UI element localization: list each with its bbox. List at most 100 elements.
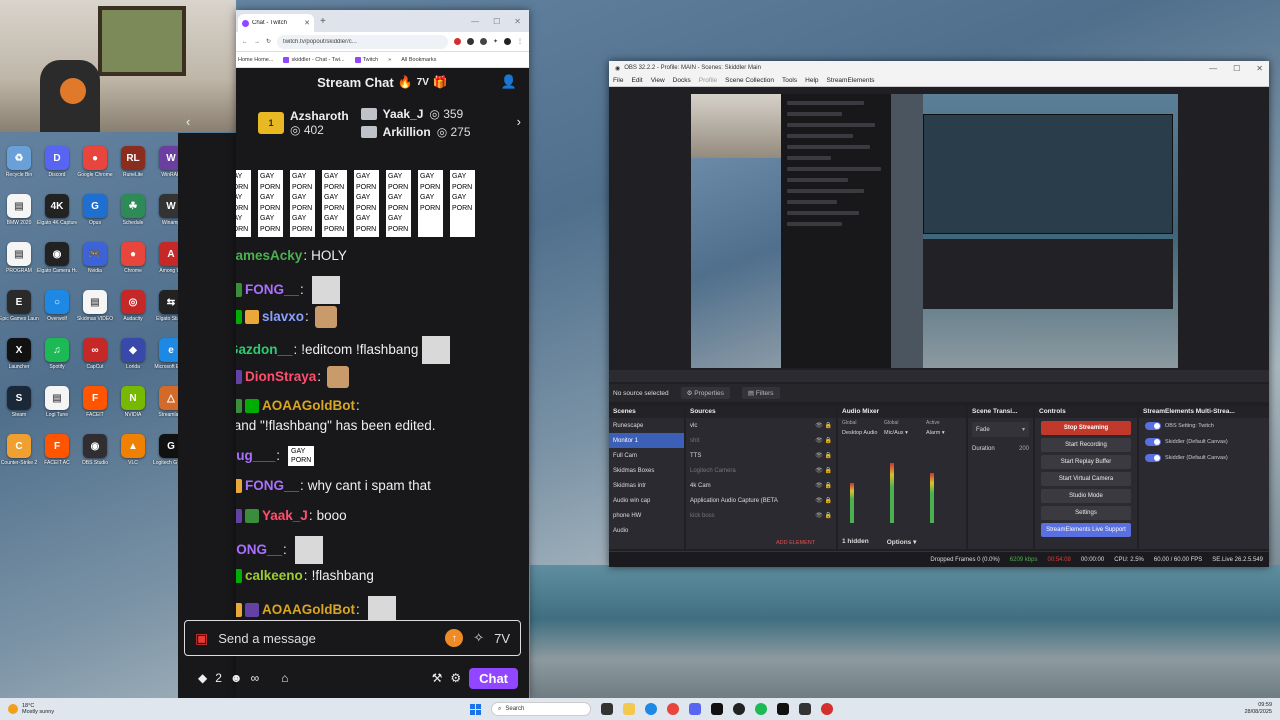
menu-icon[interactable]: ⋮	[517, 38, 523, 45]
chat-badge-icon[interactable]	[236, 603, 242, 617]
maximize-icon[interactable]: ☐	[1233, 64, 1240, 73]
desktop-icon[interactable]: ▤ BMW 2020	[0, 194, 38, 226]
chat-badge-icon[interactable]	[245, 603, 259, 617]
desktop-icon[interactable]: X Launcher	[0, 338, 38, 370]
extension-icon[interactable]	[479, 38, 487, 45]
source-item[interactable]: 4k Cam 👁 🔒	[686, 478, 836, 493]
stream-toggle[interactable]	[1145, 438, 1161, 446]
obs-menu-item[interactable]: StreamElements	[827, 77, 875, 84]
properties-button[interactable]: ⚙ Properties	[680, 387, 730, 399]
new-tab-icon[interactable]: +	[320, 16, 326, 27]
discord-icon[interactable]	[689, 703, 701, 715]
close-window-icon[interactable]: ✕	[1256, 64, 1263, 73]
visibility-icon[interactable]: 👁 🔒	[815, 422, 832, 429]
task-view-icon[interactable]	[601, 703, 613, 715]
chat-send-button[interactable]: Chat	[469, 667, 518, 689]
visibility-icon[interactable]: 👁 🔒	[815, 482, 832, 489]
scene-item[interactable]: Skidmas Boxes	[609, 463, 684, 478]
obs-menu-item[interactable]: Profile	[699, 77, 717, 84]
obs-menu-item[interactable]: View	[651, 77, 665, 84]
settings-icon[interactable]: ⚙	[450, 671, 461, 685]
scene-item[interactable]: Skidmas intr	[609, 478, 684, 493]
back-icon[interactable]: ←	[242, 39, 248, 45]
chat-username[interactable]: FONG__	[245, 476, 299, 496]
source-item[interactable]: Application Audio Capture (BETA 👁 🔒	[686, 493, 836, 508]
chat-username[interactable]: DionStraya	[245, 367, 316, 387]
puzzle-icon[interactable]: ✦	[493, 38, 498, 45]
all-bookmarks[interactable]: All Bookmarks	[401, 57, 436, 63]
control-button[interactable]: Start Recording	[1041, 438, 1131, 452]
desktop-icon[interactable]: ◉ OBS Studio	[76, 434, 114, 466]
add-element-button[interactable]: ADD ELEMENT	[776, 540, 815, 546]
desktop-icon[interactable]: E Epic Games Launcher	[0, 290, 39, 322]
obs-preview[interactable]	[691, 94, 1178, 368]
scene-item[interactable]: Audio win cap	[609, 493, 684, 508]
source-item[interactable]: shit 👁 🔒	[686, 433, 836, 448]
obs-menu-item[interactable]: Help	[805, 77, 818, 84]
bot-icon[interactable]: ⌂	[281, 671, 288, 685]
users-icon[interactable]: 👤	[501, 74, 517, 90]
emote-image[interactable]	[294, 536, 323, 564]
terminal-icon[interactable]	[711, 703, 723, 715]
duration-field[interactable]: Duration 200	[968, 441, 1033, 456]
app-icon[interactable]	[799, 703, 811, 715]
reload-icon[interactable]: ↻	[266, 38, 271, 45]
control-button[interactable]: StreamElements Live Support	[1041, 523, 1131, 537]
file-explorer-icon[interactable]	[623, 703, 635, 715]
chat-badge-icon[interactable]	[236, 399, 242, 413]
chat-badge-icon[interactable]	[236, 509, 242, 523]
chat-username[interactable]: Fug___	[236, 446, 275, 466]
chat-username[interactable]: FONG__	[245, 280, 299, 300]
control-button[interactable]: Start Virtual Camera	[1041, 472, 1131, 486]
maximize-icon[interactable]: ☐	[493, 17, 500, 26]
emote-image[interactable]	[327, 366, 350, 388]
source-item[interactable]: TTS 👁 🔒	[686, 448, 836, 463]
desktop-icon[interactable]: ♻ Recycle Bin	[0, 146, 38, 178]
control-button[interactable]: Stop Streaming	[1041, 421, 1131, 435]
desktop-icon[interactable]: ☘ Schedule	[114, 194, 152, 226]
points-icon[interactable]: ◆	[198, 671, 207, 685]
scene-item[interactable]: Full Cam	[609, 448, 684, 463]
desktop-icon[interactable]: G Opus	[76, 194, 114, 226]
windows-start-icon[interactable]	[470, 703, 481, 715]
forward-icon[interactable]: →	[254, 39, 260, 45]
control-button[interactable]: Start Replay Buffer	[1041, 455, 1131, 469]
chat-badge-icon[interactable]	[245, 399, 259, 413]
bits-icon[interactable]: ↑	[445, 629, 464, 647]
app-icon[interactable]	[777, 703, 789, 715]
desktop-icon[interactable]: 🎮 Nvidia	[76, 242, 114, 274]
chat-username[interactable]: slavxo	[262, 307, 304, 327]
chevron-right-icon[interactable]: »	[388, 57, 391, 63]
visibility-icon[interactable]: 👁 🔒	[815, 512, 832, 519]
tools-icon[interactable]: ⚒	[432, 671, 443, 685]
desktop-icon[interactable]: C Counter-Strike 2	[0, 434, 38, 466]
visibility-icon[interactable]: 👁 🔒	[815, 467, 832, 474]
desktop-icon[interactable]: ▤ Logi Tune	[38, 386, 76, 418]
app-icon[interactable]	[821, 703, 833, 715]
desktop-icon[interactable]: ♫ Spotify	[38, 338, 76, 370]
chat-username[interactable]: FONG__	[236, 540, 282, 560]
scene-item[interactable]: phone HW	[609, 508, 684, 523]
obs-menu-item[interactable]: Edit	[631, 77, 642, 84]
control-button[interactable]: Settings	[1041, 506, 1131, 520]
chrome-icon[interactable]	[667, 703, 679, 715]
visibility-icon[interactable]: 👁 🔒	[815, 497, 832, 504]
chat-username[interactable]: AOAAGoldBot	[262, 600, 355, 620]
obs-icon[interactable]	[733, 703, 745, 715]
desktop-icon[interactable]: RL RuneLite	[114, 146, 152, 178]
chat-username[interactable]: JamesAcky	[236, 246, 302, 266]
chat-badge-icon[interactable]	[236, 283, 242, 297]
emote-icon[interactable]: ✧	[473, 630, 484, 646]
desktop-icon[interactable]: F FACEIT	[76, 386, 114, 418]
desktop-icon[interactable]: ◎ Audacity	[114, 290, 152, 322]
emote-image[interactable]	[314, 306, 337, 328]
chat-badge-icon[interactable]	[236, 310, 242, 324]
emote-image[interactable]	[367, 596, 396, 623]
taskbar-search[interactable]: ⌕ Search	[491, 702, 591, 716]
source-item[interactable]: vlc 👁 🔒	[686, 418, 836, 433]
tab-chat-twitch[interactable]: Chat - Twitch ✕	[238, 14, 314, 32]
desktop-icon[interactable]: ▤ Skidmas VIDEO	[76, 290, 114, 322]
profile-avatar[interactable]	[504, 38, 511, 45]
desktop-icon[interactable]: ◉ Elgato Camera Hub	[37, 242, 77, 274]
options-button[interactable]: Options ▾	[887, 538, 917, 546]
